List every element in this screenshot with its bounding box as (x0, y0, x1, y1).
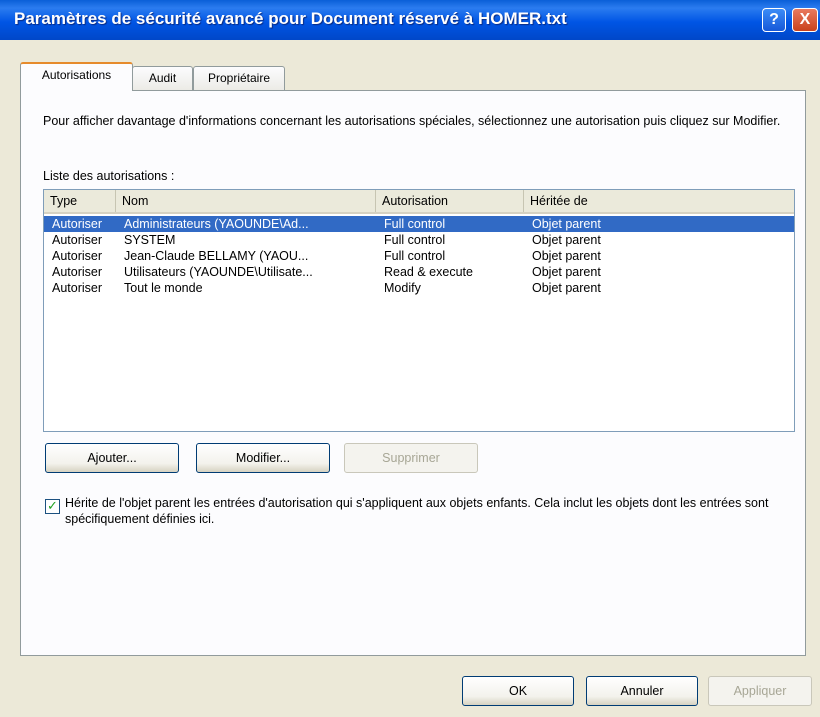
row-heritee: Objet parent (532, 217, 601, 231)
permissions-list[interactable]: Type Nom Autorisation Héritée de Autoris… (43, 189, 795, 432)
row-nom: SYSTEM (124, 233, 176, 247)
window-title: Paramètres de sécurité avancé pour Docum… (14, 9, 567, 28)
column-header-type[interactable]: Type (44, 190, 116, 212)
tab-proprietaire[interactable]: Propriétaire (193, 66, 285, 90)
add-button[interactable]: Ajouter... (45, 443, 179, 473)
row-heritee: Objet parent (532, 265, 601, 279)
ok-button[interactable]: OK (462, 676, 574, 706)
row-autorisation: Modify (384, 281, 421, 295)
row-autorisation: Full control (384, 233, 446, 247)
row-nom: Utilisateurs (YAOUNDE\Utilisate... (124, 265, 313, 279)
row-heritee: Objet parent (532, 249, 601, 263)
table-row[interactable]: Autoriser Jean-Claude BELLAMY (YAOU... F… (44, 248, 794, 264)
permissions-list-label: Liste des autorisations : (43, 169, 175, 183)
tab-autorisations[interactable]: Autorisations (20, 62, 133, 91)
row-type: Autoriser (52, 249, 103, 263)
cancel-button[interactable]: Annuler (586, 676, 698, 706)
table-row[interactable]: Autoriser SYSTEM Full control Objet pare… (44, 232, 794, 248)
column-header-heritee[interactable]: Héritée de (524, 190, 790, 212)
row-nom: Tout le monde (124, 281, 203, 295)
list-header: Type Nom Autorisation Héritée de (44, 190, 794, 214)
help-button[interactable]: ? (762, 8, 786, 32)
modify-button[interactable]: Modifier... (196, 443, 330, 473)
row-type: Autoriser (52, 217, 103, 231)
row-type: Autoriser (52, 265, 103, 279)
column-header-autorisation[interactable]: Autorisation (376, 190, 524, 212)
row-heritee: Objet parent (532, 281, 601, 295)
column-header-nom[interactable]: Nom (116, 190, 376, 212)
title-bar[interactable]: Paramètres de sécurité avancé pour Docum… (0, 0, 820, 40)
tab-panel: Pour afficher davantage d'informations c… (20, 90, 806, 656)
row-type: Autoriser (52, 281, 103, 295)
inherit-checkbox-label[interactable]: Hérite de l'objet parent les entrées d'a… (65, 495, 795, 527)
close-button[interactable]: X (792, 8, 818, 32)
row-autorisation: Read & execute (384, 265, 473, 279)
delete-button: Supprimer (344, 443, 478, 473)
table-row[interactable]: Autoriser Administrateurs (YAOUNDE\Ad...… (44, 216, 794, 232)
row-autorisation: Full control (384, 217, 446, 231)
apply-button: Appliquer (708, 676, 812, 706)
tab-audit[interactable]: Audit (132, 66, 193, 90)
row-nom: Jean-Claude BELLAMY (YAOU... (124, 249, 309, 263)
row-type: Autoriser (52, 233, 103, 247)
row-nom: Administrateurs (YAOUNDE\Ad... (124, 217, 309, 231)
row-autorisation: Full control (384, 249, 446, 263)
description-text: Pour afficher davantage d'informations c… (43, 114, 781, 128)
table-row[interactable]: Autoriser Utilisateurs (YAOUNDE\Utilisat… (44, 264, 794, 280)
table-row[interactable]: Autoriser Tout le monde Modify Objet par… (44, 280, 794, 296)
list-rows: Autoriser Administrateurs (YAOUNDE\Ad...… (44, 216, 794, 296)
row-heritee: Objet parent (532, 233, 601, 247)
inherit-checkbox[interactable]: ✓ (45, 499, 60, 514)
